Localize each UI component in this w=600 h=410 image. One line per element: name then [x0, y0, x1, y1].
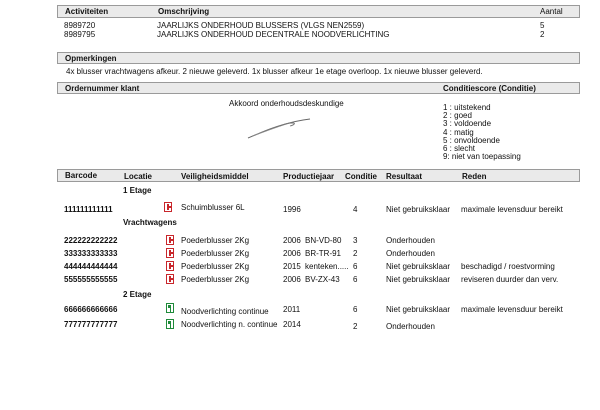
row-result: Niet gebruiksklaar [386, 305, 451, 314]
row-condition: 6 [353, 262, 358, 271]
condition-scale: 1 : uitstekend 2 : goed 3 : voldoende 4 … [443, 103, 521, 162]
row-result: Onderhouden [386, 236, 435, 245]
approval-label: Akkoord onderhoudsdeskundige [229, 99, 344, 108]
row-safety-device: Noodverlichting n. continue [181, 320, 278, 329]
row-year: 2015 [283, 262, 301, 271]
activities-header: Activiteiten Omschrijving Aantal [57, 5, 580, 18]
row-safety-device: Schuimblusser 6L [181, 203, 245, 212]
col-result: Resultaat [386, 172, 423, 181]
order-header: Ordernummer klant Conditiescore (Conditi… [57, 82, 580, 94]
activity-code: 8989720 [64, 21, 96, 30]
row-condition: 6 [353, 275, 358, 284]
row-reason: maximale levensduur bereikt [461, 305, 563, 314]
signature-image [247, 118, 311, 139]
row-safety-device: Poederblusser 2Kg [181, 249, 250, 258]
row-year: 2006 [283, 249, 301, 258]
activity-description: JAARLIJKS ONDERHOUD DECENTRALE NOODVERLI… [157, 30, 390, 39]
row-result: Niet gebruiksklaar [386, 205, 451, 214]
row-barcode: 111111111111 [64, 205, 113, 214]
row-year: 2011 [283, 305, 301, 314]
row-barcode: 666666666666 [64, 305, 118, 314]
row-result: Onderhouden [386, 322, 435, 331]
row-safety-device: Noodverlichting continue [181, 307, 269, 316]
row-result: Niet gebruiksklaar [386, 275, 451, 284]
col-location: Locatie [124, 172, 153, 181]
emergency-light-icon [166, 319, 174, 329]
row-condition: 4 [353, 205, 358, 214]
fire-extinguisher-icon [166, 261, 174, 271]
row-barcode: 555555555555 [64, 275, 118, 284]
fire-extinguisher-icon [166, 274, 174, 284]
row-barcode: 777777777777 [64, 320, 118, 329]
activity-count: 2 [540, 30, 545, 39]
row-condition: 2 [353, 322, 358, 331]
remarks-header: Opmerkingen [57, 52, 580, 64]
row-result: Onderhouden [386, 249, 435, 258]
row-year: 1996 [283, 205, 301, 214]
activity-description: JAARLIJKS ONDERHOUD BLUSSERS (VLGS NEN25… [157, 21, 365, 30]
row-safety-device: Poederblusser 2Kg [181, 262, 250, 271]
row-condition: 6 [353, 305, 358, 314]
col-safety-device: Veiligheidsmiddel [181, 172, 249, 181]
row-reason: maximale levensduur bereikt [461, 205, 563, 214]
remarks-text: 4x blusser vrachtwagens afkeur. 2 nieuwe… [66, 67, 483, 76]
col-production-year: Productiejaar [283, 172, 335, 181]
row-safety-device: Poederblusser 2Kg [181, 275, 250, 284]
row-condition: 3 [353, 236, 358, 245]
fire-extinguisher-icon [164, 202, 172, 212]
fire-extinguisher-icon [166, 248, 174, 258]
remarks-title: Opmerkingen [65, 54, 117, 63]
group-label: 2 Etage [123, 290, 152, 299]
row-reason: beschadigd / roestvorming [461, 262, 555, 271]
items-table-header: Barcode Locatie Veiligheidsmiddel Produc… [57, 169, 580, 182]
activity-code: 8989795 [64, 30, 96, 39]
row-barcode: 222222222222 [64, 236, 118, 245]
row-plate: BR-TR-91 [305, 249, 342, 258]
row-year: 2014 [283, 320, 301, 329]
row-barcode: 444444444444 [64, 262, 118, 271]
emergency-light-icon [166, 303, 174, 313]
group-label: Vrachtwagens [123, 218, 177, 227]
row-year: 2006 [283, 275, 301, 284]
col-count: Aantal [540, 7, 563, 16]
row-plate: BV-ZX-43 [305, 275, 340, 284]
col-description: Omschrijving [158, 7, 210, 16]
fire-extinguisher-icon [166, 235, 174, 245]
condition-scale-item: 9: niet van toepassing [443, 152, 521, 162]
row-plate: BN-VD-80 [305, 236, 342, 245]
row-barcode: 333333333333 [64, 249, 118, 258]
col-reason: Reden [462, 172, 487, 181]
group-label: 1 Etage [123, 186, 152, 195]
row-reason: reviseren duurder dan verv. [461, 275, 559, 284]
row-plate: kenteken..... [305, 262, 349, 271]
col-activities: Activiteiten [65, 7, 109, 16]
row-condition: 2 [353, 249, 358, 258]
row-year: 2006 [283, 236, 301, 245]
row-safety-device: Poederblusser 2Kg [181, 236, 250, 245]
col-condition: Conditie [345, 172, 377, 181]
order-number-title: Ordernummer klant [65, 84, 140, 93]
row-result: Niet gebruiksklaar [386, 262, 451, 271]
col-barcode: Barcode [65, 171, 98, 180]
condition-score-title: Conditiescore (Conditie) [443, 84, 536, 93]
activity-count: 5 [540, 21, 545, 30]
